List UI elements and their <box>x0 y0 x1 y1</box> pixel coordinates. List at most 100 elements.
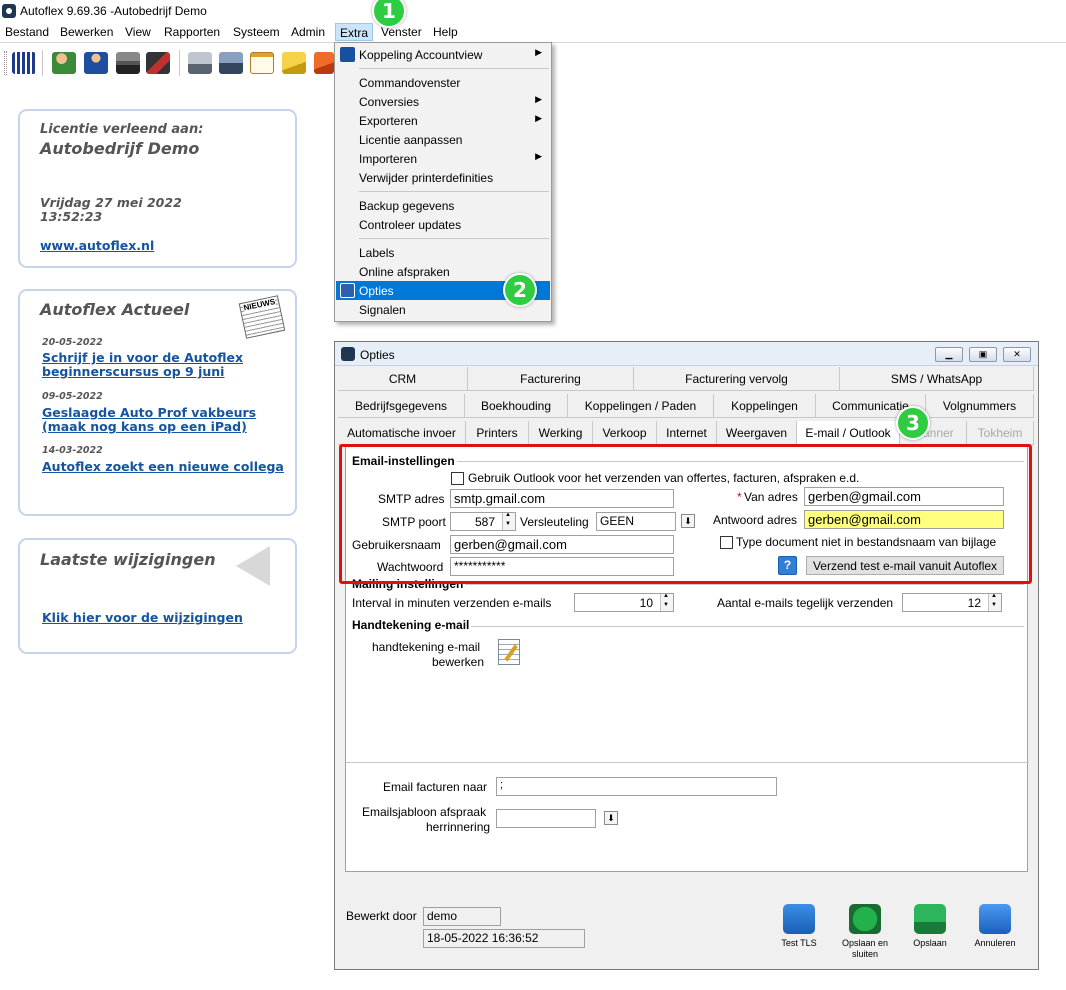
signature-edit-label-1: handtekening e-mail <box>372 640 481 654</box>
menu-item-verwijder-printerdefinities[interactable]: Verwijder printerdefinities <box>336 168 550 187</box>
menu-separator <box>359 238 549 239</box>
template-select[interactable] <box>496 809 596 828</box>
car-repair-icon[interactable] <box>188 52 212 74</box>
refresh-icon <box>783 904 815 934</box>
tab-crm[interactable]: CRM <box>338 367 468 391</box>
news-link-line1[interactable]: Geslaagde Auto Prof vakbeurs <box>42 406 256 420</box>
template-label-1: Emailsjabloon afspraak <box>362 805 487 819</box>
menu-item-labels[interactable]: Labels <box>336 243 550 262</box>
highlight-box <box>339 444 1032 584</box>
tab-koppelingen[interactable]: Koppelingen <box>714 394 816 418</box>
menu-item-commandovenster[interactable]: Commandovenster <box>336 73 550 92</box>
floppy-disk-icon <box>914 904 946 934</box>
save-button[interactable]: Opslaan <box>900 904 960 949</box>
accountview-icon <box>340 47 355 62</box>
options-dialog: Opties ▁ ▣ ✕ CRM Facturering Facturering… <box>334 341 1039 970</box>
news-title: Autoflex Actueel <box>40 300 190 319</box>
save-and-close-button[interactable]: Opslaan en sluiten <box>835 904 895 960</box>
car-sales-icon[interactable] <box>219 52 243 74</box>
megaphone-icon <box>236 546 270 586</box>
menu-separator <box>359 68 549 69</box>
tab-verkoop[interactable]: Verkoop <box>593 421 657 445</box>
step-badge-3: 3 <box>896 406 930 440</box>
menu-rapporten[interactable]: Rapporten <box>162 25 222 39</box>
news-panel: Autoflex Actueel NIEUWS 20-05-2022 Schri… <box>18 289 297 516</box>
batch-count-label: Aantal e-mails tegelijk verzenden <box>717 596 894 610</box>
dialog-app-icon <box>341 347 355 361</box>
invoice-icon[interactable] <box>282 52 306 74</box>
batch-count-stepper[interactable]: 12 <box>902 593 1002 612</box>
tab-facturering[interactable]: Facturering <box>468 367 634 391</box>
edit-signature-icon[interactable] <box>498 639 520 665</box>
tab-bedrijfsgegevens[interactable]: Bedrijfsgegevens <box>338 394 465 418</box>
menu-admin[interactable]: Admin <box>289 25 327 39</box>
tab-boekhouding[interactable]: Boekhouding <box>465 394 568 418</box>
interval-stepper[interactable]: 10 <box>574 593 674 612</box>
license-panel: Licentie verleend aan: Autobedrijf Demo … <box>18 109 297 268</box>
employee-icon[interactable] <box>84 52 108 74</box>
news-link-line1[interactable]: Autoflex zoekt een nieuwe collega <box>42 460 284 474</box>
template-dropdown-button[interactable]: ⬇ <box>604 811 618 825</box>
group-divider <box>346 762 1029 763</box>
customers-icon[interactable] <box>52 52 76 74</box>
menu-bestand[interactable]: Bestand <box>3 25 51 39</box>
edited-by-label: Bewerkt door <box>346 909 417 923</box>
calendar-icon[interactable] <box>12 52 36 74</box>
news-link-line2[interactable]: beginnerscursus op 9 juni <box>42 365 224 379</box>
news-date: 09-05-2022 <box>42 391 103 402</box>
tab-werking[interactable]: Werking <box>529 421 593 445</box>
menu-separator <box>359 191 549 192</box>
menu-item-licentie-aanpassen[interactable]: Licentie aanpassen <box>336 130 550 149</box>
vehicles-icon[interactable] <box>116 52 140 74</box>
menu-item-koppeling-accountview[interactable]: Koppeling Accountview ▶ <box>336 45 550 64</box>
invoices-email-input[interactable]: ; <box>496 777 777 796</box>
maximize-button[interactable]: ▣ <box>969 347 997 362</box>
news-link-line2[interactable]: (maak nog kans op een iPad) <box>42 420 247 434</box>
news-link-line1[interactable]: Schrijf je in voor de Autoflex <box>42 351 243 365</box>
license-time: 13:52:23 <box>40 209 103 224</box>
clipboard-icon[interactable] <box>250 52 274 74</box>
options-icon <box>340 283 355 298</box>
menu-view[interactable]: View <box>123 25 153 39</box>
interval-spin-buttons[interactable] <box>660 594 673 611</box>
newspaper-icon-label: NIEUWS <box>242 297 276 313</box>
menu-systeem[interactable]: Systeem <box>231 25 282 39</box>
submenu-arrow-icon: ▶ <box>535 113 542 123</box>
menu-help[interactable]: Help <box>431 25 460 39</box>
menu-item-controleer-updates[interactable]: Controleer updates <box>336 215 550 234</box>
menu-item-conversies[interactable]: Conversies ▶ <box>336 92 550 111</box>
dialog-title: Opties <box>360 348 395 362</box>
menu-item-importeren[interactable]: Importeren ▶ <box>336 149 550 168</box>
menu-bewerken[interactable]: Bewerken <box>58 25 115 39</box>
tab-koppelingen-paden[interactable]: Koppelingen / Paden <box>568 394 714 418</box>
minimize-button[interactable]: ▁ <box>935 347 963 362</box>
tab-automatische-invoer[interactable]: Automatische invoer <box>338 421 466 445</box>
batch-spin-buttons[interactable] <box>988 594 1001 611</box>
payment-icon[interactable] <box>314 52 334 74</box>
menu-item-exporteren[interactable]: Exporteren ▶ <box>336 111 550 130</box>
newspaper-icon: NIEUWS <box>238 295 286 339</box>
tab-weergaven[interactable]: Weergaven <box>717 421 797 445</box>
submenu-arrow-icon: ▶ <box>535 47 542 57</box>
toolbar-grip[interactable] <box>4 51 7 75</box>
tab-sms-whatsapp[interactable]: SMS / WhatsApp <box>840 367 1034 391</box>
menu-extra[interactable]: Extra <box>335 23 374 41</box>
changes-panel: Laatste wijzigingen Klik hier voor de wi… <box>18 538 297 654</box>
window-titlebar: Autoflex 9.69.36 -Autobedrijf Demo <box>0 0 1066 22</box>
news-date: 14-03-2022 <box>42 445 103 456</box>
changes-link[interactable]: Klik hier voor de wijzigingen <box>42 611 243 625</box>
tab-printers[interactable]: Printers <box>466 421 529 445</box>
tab-email-outlook[interactable]: E-mail / Outlook <box>797 421 900 445</box>
toolbar-separator <box>42 50 43 76</box>
tab-volgnummers[interactable]: Volgnummers <box>926 394 1034 418</box>
autoflex-website-link[interactable]: www.autoflex.nl <box>40 239 154 253</box>
parts-icon[interactable] <box>146 52 170 74</box>
toolbar-separator <box>179 50 180 76</box>
tab-facturering-vervolg[interactable]: Facturering vervolg <box>634 367 840 391</box>
close-button[interactable]: ✕ <box>1003 347 1031 362</box>
cancel-button[interactable]: Annuleren <box>965 904 1025 949</box>
tab-internet[interactable]: Internet <box>657 421 717 445</box>
menu-item-backup-gegevens[interactable]: Backup gegevens <box>336 196 550 215</box>
test-tls-button[interactable]: Test TLS <box>769 904 829 949</box>
news-date: 20-05-2022 <box>42 337 103 348</box>
